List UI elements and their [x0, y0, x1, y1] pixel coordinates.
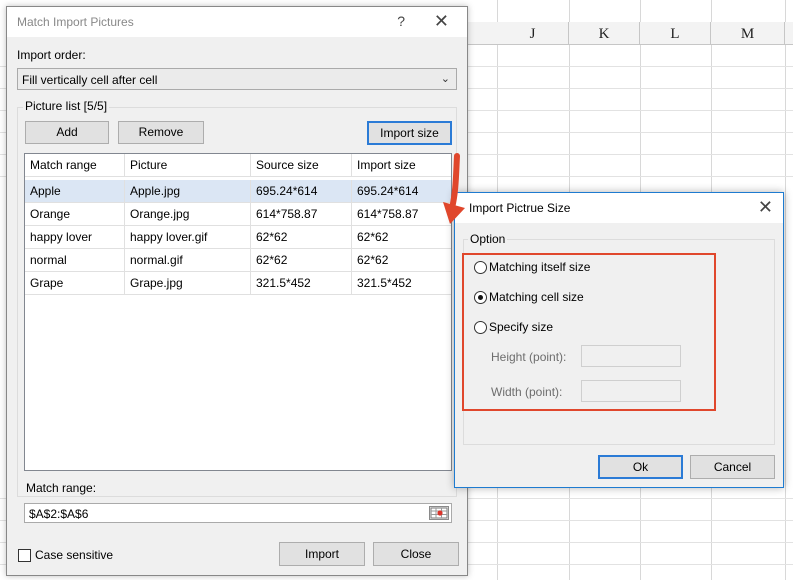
- matching-itself-label[interactable]: Matching itself size: [489, 260, 590, 274]
- height-label: Height (point):: [491, 350, 567, 364]
- height-input[interactable]: [581, 345, 681, 367]
- header-picture[interactable]: Picture: [125, 154, 251, 177]
- column-header-m[interactable]: M: [711, 22, 785, 44]
- table-row[interactable]: Orange Orange.jpg 614*758.87 614*758.87: [25, 203, 451, 226]
- specify-size-radio[interactable]: [474, 321, 487, 334]
- table-row[interactable]: Apple Apple.jpg 695.24*614 695.24*614: [25, 180, 451, 203]
- close-icon[interactable]: ✕: [758, 197, 773, 218]
- column-header-l[interactable]: L: [640, 22, 711, 44]
- case-sensitive-label: Case sensitive: [35, 548, 114, 562]
- cell-picture: happy lover.gif: [125, 226, 251, 249]
- close-button[interactable]: Close: [373, 542, 459, 566]
- table-header: Match range Picture Source size Import s…: [25, 154, 451, 177]
- picture-list-table: Match range Picture Source size Import s…: [24, 153, 452, 471]
- close-icon[interactable]: ✕: [434, 11, 449, 32]
- match-range-input[interactable]: $A$2:$A$6: [24, 503, 452, 523]
- header-match-range[interactable]: Match range: [25, 154, 125, 177]
- cell-import-size: 695.24*614: [352, 180, 451, 203]
- header-source-size[interactable]: Source size: [251, 154, 352, 177]
- main-titlebar: Match Import Pictures ? ✕: [7, 7, 467, 37]
- cell-match-range: Orange: [25, 203, 125, 226]
- range-select-icon[interactable]: [429, 506, 449, 520]
- cell-picture: Orange.jpg: [125, 203, 251, 226]
- match-import-pictures-dialog: Match Import Pictures ? ✕ Import order: …: [6, 6, 468, 576]
- matching-itself-radio[interactable]: [474, 261, 487, 274]
- cell-import-size: 614*758.87: [352, 203, 451, 226]
- matching-cell-label[interactable]: Matching cell size: [489, 290, 584, 304]
- cell-import-size: 62*62: [352, 226, 451, 249]
- import-picture-size-dialog: Import Pictrue Size ✕ Option Matching it…: [454, 192, 784, 488]
- add-button[interactable]: Add: [25, 121, 109, 144]
- cell-source-size: 62*62: [251, 226, 352, 249]
- table-row[interactable]: normal normal.gif 62*62 62*62: [25, 249, 451, 272]
- cell-match-range: Grape: [25, 272, 125, 295]
- cancel-button[interactable]: Cancel: [690, 455, 775, 479]
- cell-import-size: 321.5*452: [352, 272, 451, 295]
- import-order-select[interactable]: Fill vertically cell after cell ⌄: [17, 68, 457, 90]
- cell-picture: Apple.jpg: [125, 180, 251, 203]
- cell-picture: normal.gif: [125, 249, 251, 272]
- table-row[interactable]: Grape Grape.jpg 321.5*452 321.5*452: [25, 272, 451, 295]
- grid-line: [785, 0, 786, 580]
- cell-match-range: Apple: [25, 180, 125, 203]
- width-input[interactable]: [581, 380, 681, 402]
- cell-picture: Grape.jpg: [125, 272, 251, 295]
- chevron-down-icon: ⌄: [440, 73, 450, 85]
- cell-source-size: 321.5*452: [251, 272, 352, 295]
- import-size-button[interactable]: Import size: [367, 121, 452, 145]
- cell-import-size: 62*62: [352, 249, 451, 272]
- cell-match-range: normal: [25, 249, 125, 272]
- size-titlebar: Import Pictrue Size ✕: [455, 193, 783, 223]
- option-label: Option: [468, 232, 508, 246]
- match-range-value: $A$2:$A$6: [29, 507, 89, 521]
- column-header-row: J K L M: [466, 22, 793, 45]
- picture-list-label: Picture list [5/5]: [23, 99, 110, 113]
- main-dialog-title: Match Import Pictures: [17, 15, 134, 29]
- case-sensitive-checkbox[interactable]: [18, 549, 31, 562]
- cell-source-size: 62*62: [251, 249, 352, 272]
- help-icon[interactable]: ?: [397, 13, 405, 29]
- ok-button[interactable]: Ok: [598, 455, 683, 479]
- header-import-size[interactable]: Import size: [352, 154, 451, 177]
- cell-source-size: 695.24*614: [251, 180, 352, 203]
- specify-size-label[interactable]: Specify size: [489, 320, 553, 334]
- column-header-j[interactable]: J: [497, 22, 569, 44]
- import-order-label: Import order:: [17, 48, 86, 62]
- cell-source-size: 614*758.87: [251, 203, 352, 226]
- size-dialog-title: Import Pictrue Size: [469, 201, 571, 215]
- table-row[interactable]: happy lover happy lover.gif 62*62 62*62: [25, 226, 451, 249]
- width-label: Width (point):: [491, 385, 563, 399]
- column-header-k[interactable]: K: [569, 22, 640, 44]
- match-range-label: Match range:: [26, 481, 97, 495]
- matching-cell-radio[interactable]: [474, 291, 487, 304]
- cell-match-range: happy lover: [25, 226, 125, 249]
- import-button[interactable]: Import: [279, 542, 365, 566]
- remove-button[interactable]: Remove: [118, 121, 204, 144]
- arrow-icon: [443, 153, 465, 224]
- import-order-value: Fill vertically cell after cell: [22, 73, 158, 87]
